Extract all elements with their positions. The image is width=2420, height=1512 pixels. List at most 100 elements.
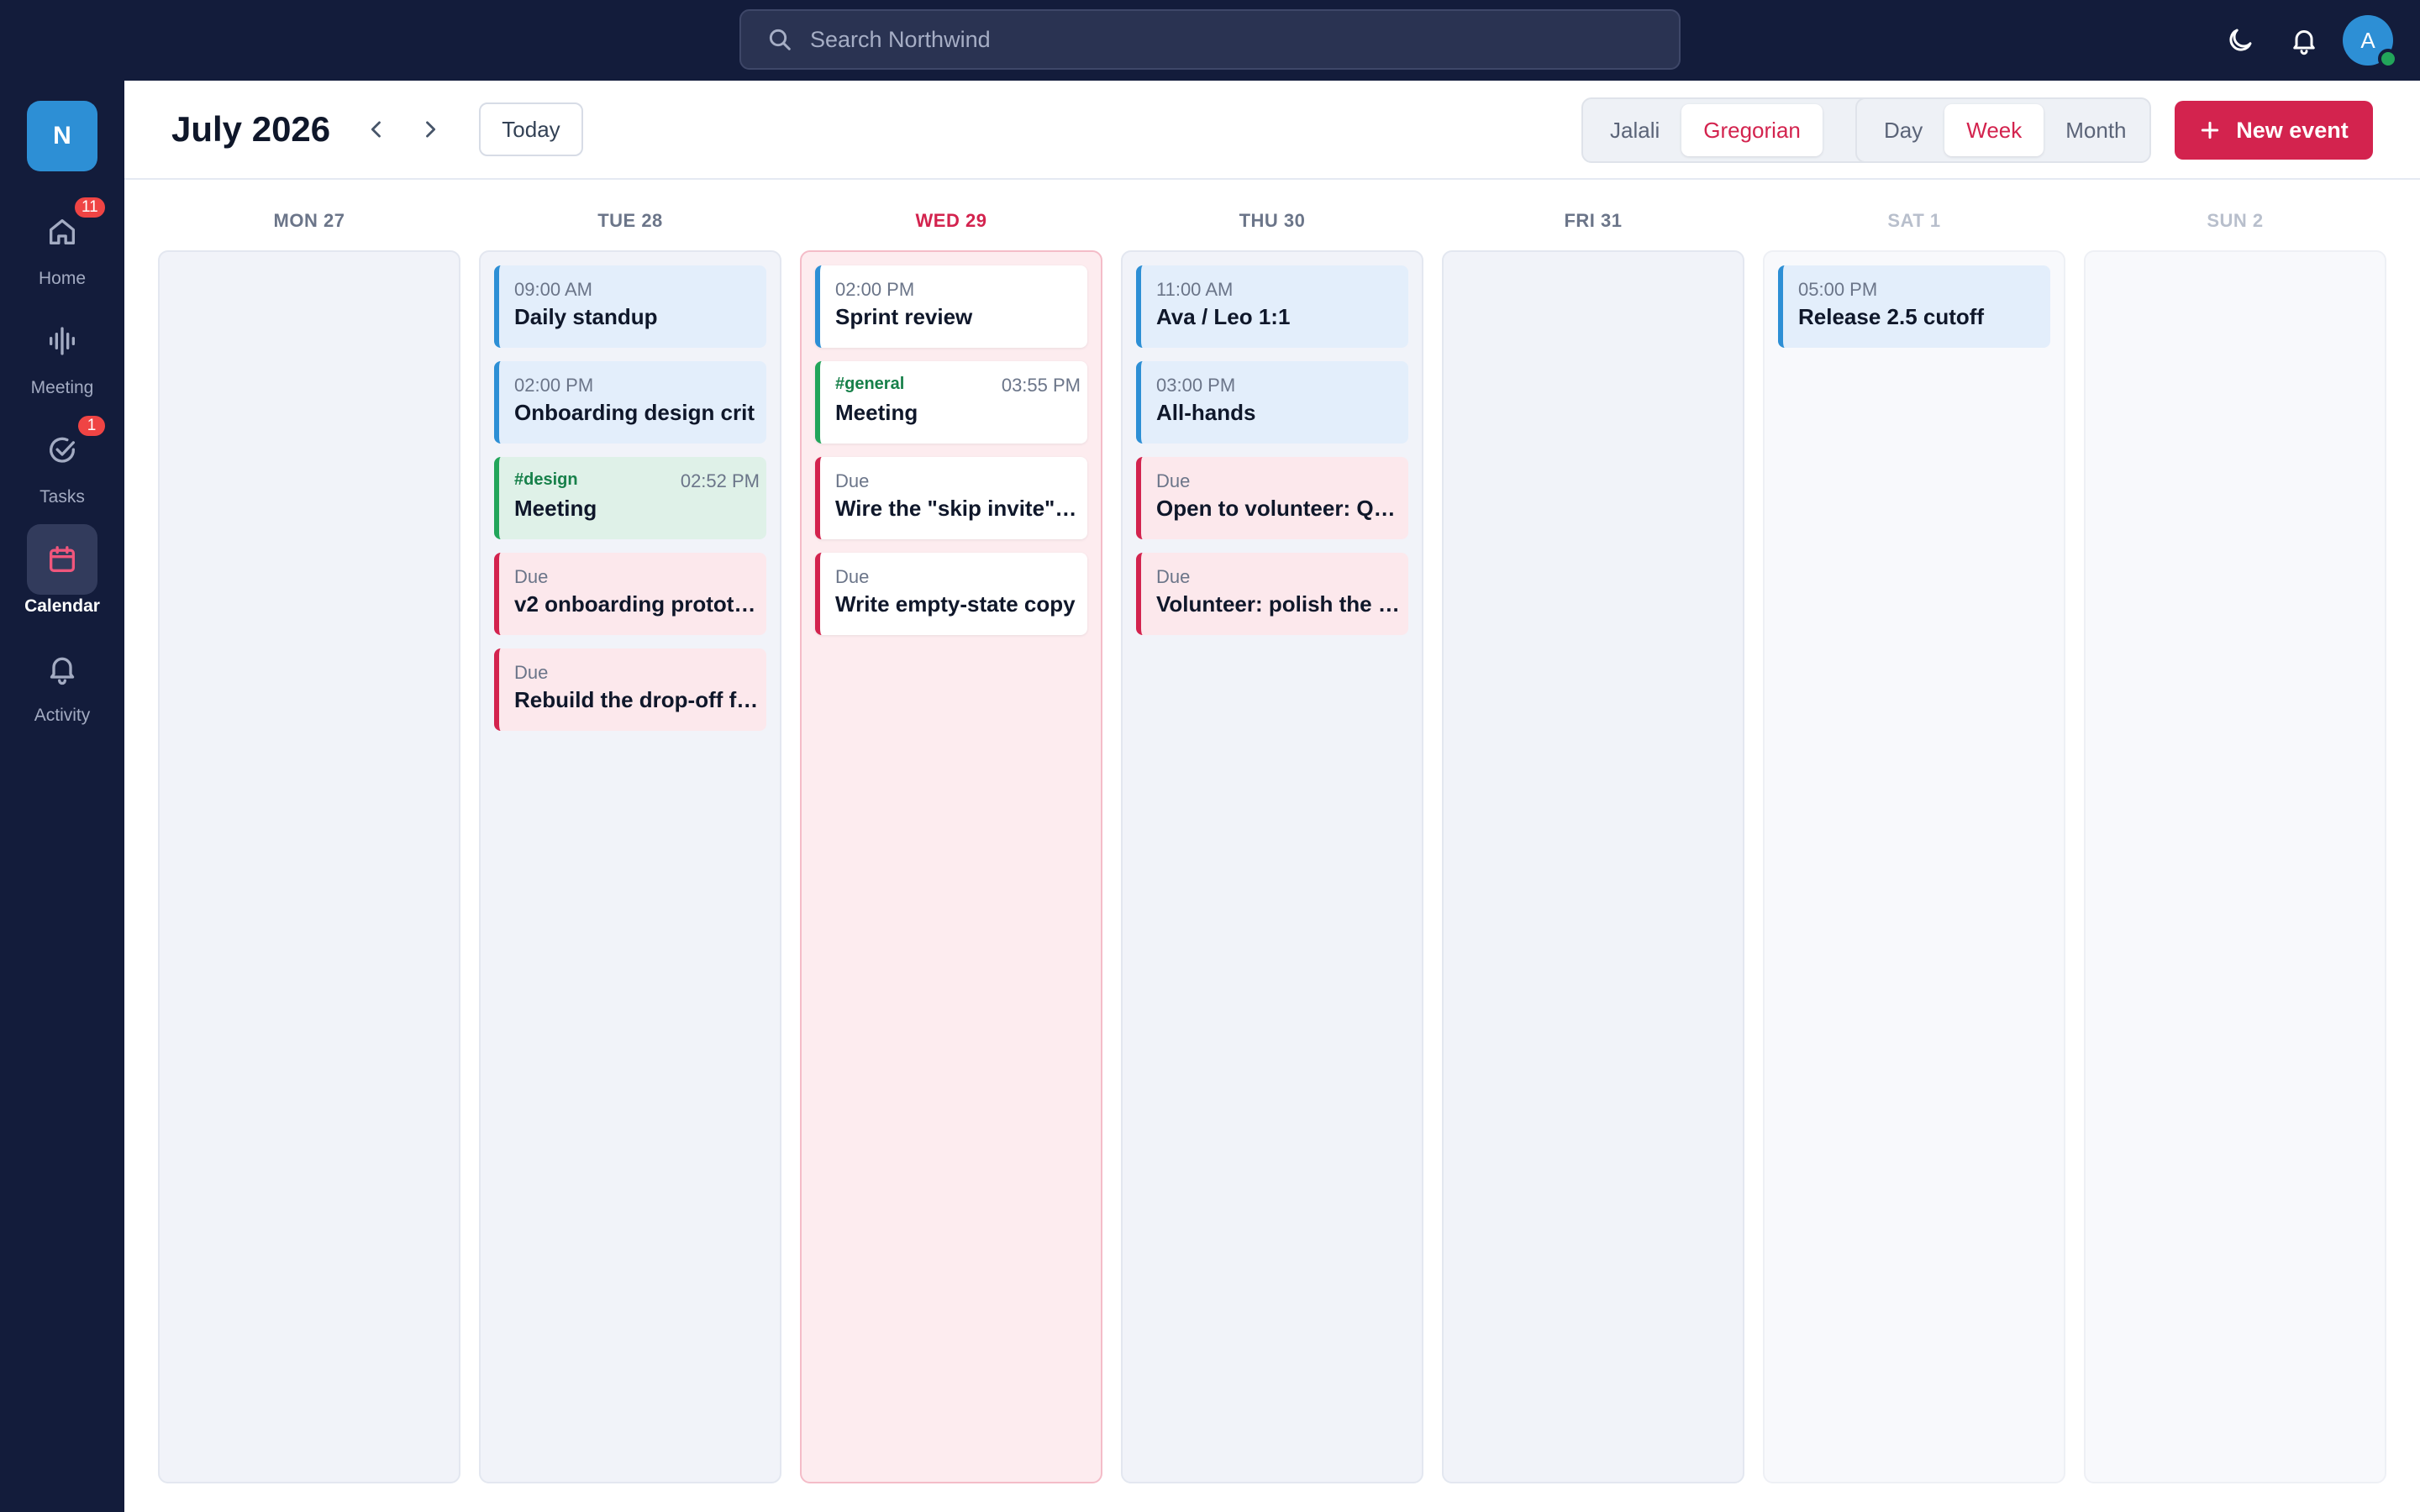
sidebar-item-tasks[interactable]: 1 Tasks: [0, 413, 124, 516]
event-title: Sprint review: [835, 304, 973, 329]
next-week-button[interactable]: [410, 109, 450, 150]
task-due-card[interactable]: Due v2 onboarding prototype: [494, 553, 766, 635]
sidebar: N 11 Home Meeting 1 Tasks Calendar Activ…: [0, 81, 124, 1512]
sidebar-item-label: Activity: [34, 706, 91, 725]
notifications-button[interactable]: [2284, 20, 2324, 60]
month-view-option[interactable]: Month: [2044, 104, 2148, 156]
nav-icon-wrap: [27, 524, 97, 595]
task-due-card[interactable]: Due Volunteer: polish the docs: [1136, 553, 1408, 635]
task-title: Wire the "skip invite" step: [835, 496, 1081, 521]
event-title: All-hands: [1156, 400, 1256, 425]
check-circle-icon: [50, 437, 76, 463]
sidebar-item-home[interactable]: 11 Home: [0, 195, 124, 297]
event-time: 05:00 PM: [1798, 279, 1878, 300]
event-time: 02:00 PM: [514, 375, 594, 396]
day-column-sat[interactable]: 05:00 PM Release 2.5 cutoff: [1763, 250, 2065, 1483]
sidebar-item-label: Meeting: [30, 378, 94, 397]
event-title: Ava / Leo 1:1: [1156, 304, 1291, 329]
audio-wave-icon: [50, 327, 76, 355]
search-input[interactable]: [810, 26, 1566, 53]
new-event-label: New event: [2236, 117, 2349, 143]
sidebar-item-meeting[interactable]: Meeting: [0, 306, 124, 407]
moon-icon: [2229, 29, 2252, 51]
event-card[interactable]: #general 03:55 PM Meeting: [815, 361, 1087, 444]
today-button[interactable]: Today: [479, 102, 583, 156]
home-icon: [50, 219, 76, 244]
top-bar: A: [0, 0, 2420, 81]
chevron-left-icon: [371, 121, 381, 138]
sidebar-item-label: Calendar: [24, 596, 100, 616]
search-bar[interactable]: [739, 9, 1681, 70]
event-time: 02:52 PM: [680, 470, 760, 491]
day-header-wed: WED 29: [915, 210, 987, 231]
nav-icon-wrap: 11: [27, 195, 108, 267]
event-channel: #general: [835, 375, 905, 393]
workspace-button[interactable]: N: [27, 101, 97, 171]
task-due-card[interactable]: Due Wire the "skip invite" step: [815, 457, 1087, 539]
due-label: Due: [1156, 566, 1191, 587]
nav-icon-wrap: [27, 306, 97, 376]
home-badge: 11: [72, 195, 108, 220]
new-event-button[interactable]: New event: [2175, 101, 2373, 160]
event-card[interactable]: 11:00 AM Ava / Leo 1:1: [1136, 265, 1408, 348]
sidebar-item-activity[interactable]: Activity: [0, 633, 124, 734]
day-header-thu: THU 30: [1239, 210, 1306, 231]
event-card[interactable]: 02:00 PM Onboarding design crit: [494, 361, 766, 444]
jalali-option[interactable]: Jalali: [1588, 104, 1681, 156]
event-card[interactable]: 09:00 AM Daily standup: [494, 265, 766, 348]
online-status-dot: [2378, 49, 2398, 69]
event-title: Onboarding design crit: [514, 400, 755, 425]
day-column-wed[interactable]: 02:00 PM Sprint review #general 03:55 PM…: [800, 250, 1102, 1483]
event-time: 09:00 AM: [514, 279, 592, 300]
task-title: Write empty-state copy: [835, 591, 1076, 617]
due-label: Due: [514, 662, 549, 683]
previous-week-button[interactable]: [356, 109, 397, 150]
tasks-badge: 1: [76, 413, 108, 438]
calendar-header: July 2026 Today Jalali Gregorian Day Wee…: [124, 81, 2420, 180]
event-card[interactable]: #design 02:52 PM Meeting: [494, 457, 766, 539]
bell-icon: [50, 657, 75, 685]
event-card[interactable]: 03:00 PM All-hands: [1136, 361, 1408, 444]
task-title: Open to volunteer: Q3 plan: [1156, 496, 1402, 521]
event-time: 03:55 PM: [1001, 375, 1081, 396]
event-time: 11:00 AM: [1156, 279, 1234, 300]
plus-icon: [2202, 121, 2219, 139]
event-channel: #design: [514, 470, 578, 489]
event-title: Release 2.5 cutoff: [1798, 304, 1985, 329]
event-meta-row: #design 02:52 PM: [514, 470, 760, 492]
nav-icon-wrap: 1: [27, 413, 108, 486]
gregorian-option[interactable]: Gregorian: [1681, 104, 1823, 156]
day-column-sun[interactable]: [2084, 250, 2386, 1483]
event-card[interactable]: 02:00 PM Sprint review: [815, 265, 1087, 348]
workspace-initial: N: [53, 122, 71, 150]
view-toggle: Day Week Month: [1855, 97, 2151, 163]
due-label: Due: [1156, 470, 1191, 491]
task-title: Volunteer: polish the docs: [1156, 591, 1402, 617]
task-due-card[interactable]: Due Write empty-state copy: [815, 553, 1087, 635]
due-label: Due: [835, 566, 870, 587]
event-card[interactable]: 05:00 PM Release 2.5 cutoff: [1778, 265, 2050, 348]
theme-toggle-button[interactable]: [2220, 20, 2260, 60]
day-header-sun: SUN 2: [2207, 210, 2264, 231]
task-due-card[interactable]: Due Rebuild the drop-off funnel: [494, 648, 766, 731]
day-column-tue[interactable]: 09:00 AM Daily standup 02:00 PM Onboardi…: [479, 250, 781, 1483]
user-avatar[interactable]: A: [2343, 15, 2398, 69]
sidebar-item-label: Home: [38, 269, 87, 288]
due-label: Due: [514, 566, 549, 587]
day-column-mon[interactable]: [158, 250, 460, 1483]
task-title: v2 onboarding prototype: [514, 591, 760, 617]
day-column-thu[interactable]: 11:00 AM Ava / Leo 1:1 03:00 PM All-hand…: [1121, 250, 1423, 1483]
search-icon: [769, 29, 791, 50]
nav-icon-wrap: [27, 633, 97, 704]
week-view-option[interactable]: Week: [1944, 104, 2044, 156]
day-header-tue: TUE 28: [597, 210, 663, 231]
event-time: 03:00 PM: [1156, 375, 1236, 396]
event-meta-row: #general 03:55 PM: [835, 375, 1081, 396]
page-title: July 2026: [171, 109, 331, 149]
task-title: Rebuild the drop-off funnel: [514, 687, 760, 712]
sidebar-item-calendar[interactable]: Calendar: [0, 524, 124, 625]
day-column-fri[interactable]: [1442, 250, 1744, 1483]
day-header-fri: FRI 31: [1564, 210, 1623, 231]
task-due-card[interactable]: Due Open to volunteer: Q3 plan: [1136, 457, 1408, 539]
day-view-option[interactable]: Day: [1862, 104, 1944, 156]
